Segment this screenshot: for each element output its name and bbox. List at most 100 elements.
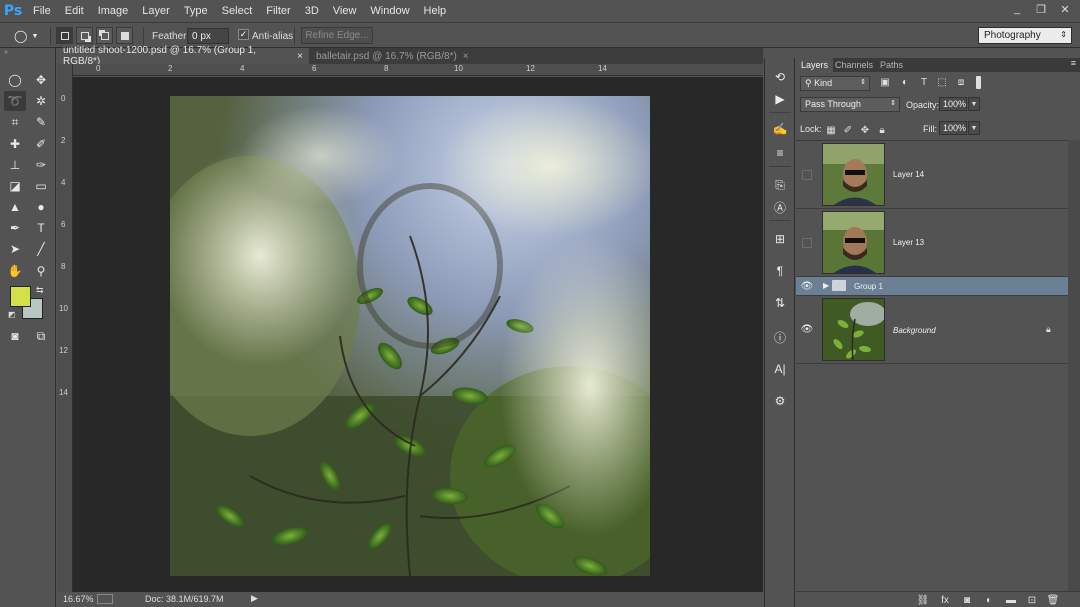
paragraph-icon[interactable]: ¶ bbox=[770, 262, 790, 280]
line-tool-icon[interactable]: ╱ bbox=[30, 239, 52, 259]
layer-comps-icon[interactable]: ⇅ bbox=[770, 294, 790, 312]
tab-channels[interactable]: Channels bbox=[830, 58, 878, 72]
new-group-icon[interactable]: ▬ bbox=[1004, 594, 1018, 606]
document-image[interactable] bbox=[170, 96, 650, 576]
actions-icon[interactable]: ▶ bbox=[770, 90, 790, 108]
properties-icon[interactable]: ⚙ bbox=[770, 392, 790, 410]
character-styles-icon[interactable]: Ⓐ bbox=[770, 198, 790, 216]
document-tab-active[interactable]: untitled shoot-1200.psd @ 16.7% (Group 1… bbox=[57, 45, 309, 67]
menu-window[interactable]: Window bbox=[363, 5, 416, 17]
clone-source-icon[interactable]: ⎘ bbox=[770, 176, 790, 194]
filter-type-icon[interactable]: T bbox=[917, 76, 931, 89]
filter-pixel-icon[interactable]: ▣ bbox=[878, 76, 892, 89]
move-tool-icon[interactable]: ✥ bbox=[30, 70, 52, 90]
eraser-icon[interactable]: ◪ bbox=[4, 176, 26, 196]
tab-paths[interactable]: Paths bbox=[875, 58, 908, 72]
layer-row-layer-14[interactable]: Layer 14 bbox=[796, 141, 1068, 209]
pen-tool-icon[interactable]: ✒ bbox=[4, 218, 26, 238]
add-to-selection-button[interactable] bbox=[76, 27, 93, 44]
menu-image[interactable]: Image bbox=[91, 5, 136, 17]
lock-position-icon[interactable]: ✥ bbox=[859, 124, 871, 136]
lock-all-icon[interactable]: 🔒︎ bbox=[876, 124, 888, 136]
link-layers-icon[interactable]: ⛓ bbox=[916, 594, 930, 606]
default-colors-icon[interactable]: ◩ bbox=[8, 310, 16, 319]
adjustments-icon[interactable]: ≡ bbox=[770, 144, 790, 162]
new-adjustment-layer-icon[interactable]: ◐ bbox=[982, 594, 996, 606]
visibility-toggle-off[interactable] bbox=[802, 170, 812, 180]
clone-stamp-icon[interactable]: ⊥ bbox=[4, 155, 26, 175]
delete-layer-icon[interactable]: 🗑︎ bbox=[1046, 594, 1060, 606]
new-selection-button[interactable] bbox=[56, 27, 73, 44]
document-tab-inactive[interactable]: balletair.psd @ 16.7% (RGB/8*) × bbox=[310, 48, 485, 64]
status-menu-arrow-icon[interactable]: ▶ bbox=[251, 593, 258, 604]
blur-tool-icon[interactable]: ▲ bbox=[4, 197, 26, 217]
dodge-tool-icon[interactable]: ● bbox=[30, 197, 52, 217]
brush-tool-icon[interactable]: ✐ bbox=[30, 134, 52, 154]
quick-mask-icon[interactable]: ◙ bbox=[4, 326, 26, 346]
menu-3d[interactable]: 3D bbox=[298, 5, 326, 17]
zoom-tool-icon[interactable]: ⚲ bbox=[30, 261, 52, 281]
path-selection-icon[interactable]: ➤ bbox=[4, 239, 26, 259]
close-button[interactable]: ✕ bbox=[1054, 1, 1076, 17]
antialias-checkbox[interactable]: ✓ bbox=[238, 29, 249, 40]
foreground-color-swatch[interactable] bbox=[10, 286, 31, 307]
add-mask-icon[interactable]: ◙ bbox=[960, 594, 974, 606]
crop-tool-icon[interactable]: ⌗ bbox=[4, 112, 26, 132]
layer-row-background[interactable]: 👁︎ Background 🔒︎ bbox=[796, 296, 1068, 364]
tab-layers[interactable]: Layers bbox=[796, 58, 834, 72]
eyedropper-icon[interactable]: ✎ bbox=[30, 112, 52, 132]
lock-image-icon[interactable]: ✐ bbox=[842, 124, 854, 136]
layer-list-scrollbar[interactable] bbox=[1068, 140, 1080, 591]
fill-dropdown-icon[interactable]: ▼ bbox=[968, 121, 980, 135]
panel-collapse-icon[interactable]: » bbox=[4, 49, 52, 56]
menu-select[interactable]: Select bbox=[215, 5, 260, 17]
feather-input[interactable]: 0 px bbox=[187, 28, 229, 44]
marquee-tool-icon[interactable]: ◯ bbox=[4, 70, 26, 90]
refine-edge-button[interactable]: Refine Edge... bbox=[301, 27, 373, 44]
lasso-tool-preset-picker[interactable]: ◯ ▼ bbox=[14, 28, 46, 44]
layer-row-layer-13[interactable]: Layer 13 bbox=[796, 209, 1068, 277]
intersect-selection-button[interactable] bbox=[116, 27, 133, 44]
filter-adjustment-icon[interactable]: ◐ bbox=[898, 76, 912, 89]
close-tab-icon[interactable]: × bbox=[297, 51, 303, 62]
menu-type[interactable]: Type bbox=[177, 5, 215, 17]
screen-mode-icon[interactable]: ⧉ bbox=[30, 326, 52, 346]
fill-input[interactable]: 100% bbox=[939, 121, 967, 135]
menu-view[interactable]: View bbox=[326, 5, 364, 17]
blend-mode-select[interactable]: Pass Through ⇕ bbox=[800, 97, 900, 112]
history-brush-icon[interactable]: ✑ bbox=[30, 155, 52, 175]
character-icon[interactable]: A| bbox=[770, 360, 790, 378]
healing-brush-icon[interactable]: ✚ bbox=[4, 134, 26, 154]
menu-help[interactable]: Help bbox=[417, 5, 454, 17]
layer-style-icon[interactable]: fx bbox=[938, 594, 952, 606]
type-tool-icon[interactable]: T bbox=[30, 218, 52, 238]
menu-layer[interactable]: Layer bbox=[135, 5, 177, 17]
opacity-input[interactable]: 100% bbox=[939, 97, 967, 111]
subtract-from-selection-button[interactable] bbox=[96, 27, 113, 44]
opacity-dropdown-icon[interactable]: ▼ bbox=[968, 97, 980, 111]
filter-kind-select[interactable]: ⚲ Kind ⇕ bbox=[800, 76, 870, 91]
swap-colors-icon[interactable]: ⇆ bbox=[36, 285, 44, 296]
magic-wand-icon[interactable]: ✲ bbox=[30, 91, 52, 111]
restore-button[interactable]: ❐ bbox=[1030, 1, 1052, 17]
lock-transparent-icon[interactable]: ▦ bbox=[825, 124, 837, 136]
hand-tool-icon[interactable]: ✋ bbox=[4, 261, 26, 281]
menu-file[interactable]: File bbox=[26, 5, 58, 17]
panel-menu-icon[interactable]: ≡ bbox=[1071, 58, 1076, 68]
history-icon[interactable]: ⟲ bbox=[770, 68, 790, 86]
minimize-button[interactable]: _ bbox=[1006, 1, 1028, 17]
close-tab-icon[interactable]: × bbox=[463, 51, 469, 62]
lasso-tool-icon[interactable]: ➰ bbox=[4, 91, 26, 111]
eye-icon[interactable]: 👁︎ bbox=[800, 281, 814, 292]
workspace-select[interactable]: Photography ⇕ bbox=[978, 27, 1072, 44]
gradient-tool-icon[interactable]: ▭ bbox=[30, 176, 52, 196]
visibility-toggle-off[interactable] bbox=[802, 238, 812, 248]
brush-presets-icon[interactable]: ✍ bbox=[770, 120, 790, 138]
eye-icon[interactable]: 👁︎ bbox=[800, 324, 814, 335]
info-icon[interactable]: ⓘ bbox=[770, 328, 790, 346]
new-layer-icon[interactable]: ⊡ bbox=[1025, 594, 1039, 606]
filter-shape-icon[interactable]: ⬚ bbox=[935, 76, 949, 89]
navigator-icon[interactable]: ⊞ bbox=[770, 230, 790, 248]
menu-edit[interactable]: Edit bbox=[58, 5, 91, 17]
filter-smart-object-icon[interactable]: ⧈ bbox=[954, 76, 968, 89]
